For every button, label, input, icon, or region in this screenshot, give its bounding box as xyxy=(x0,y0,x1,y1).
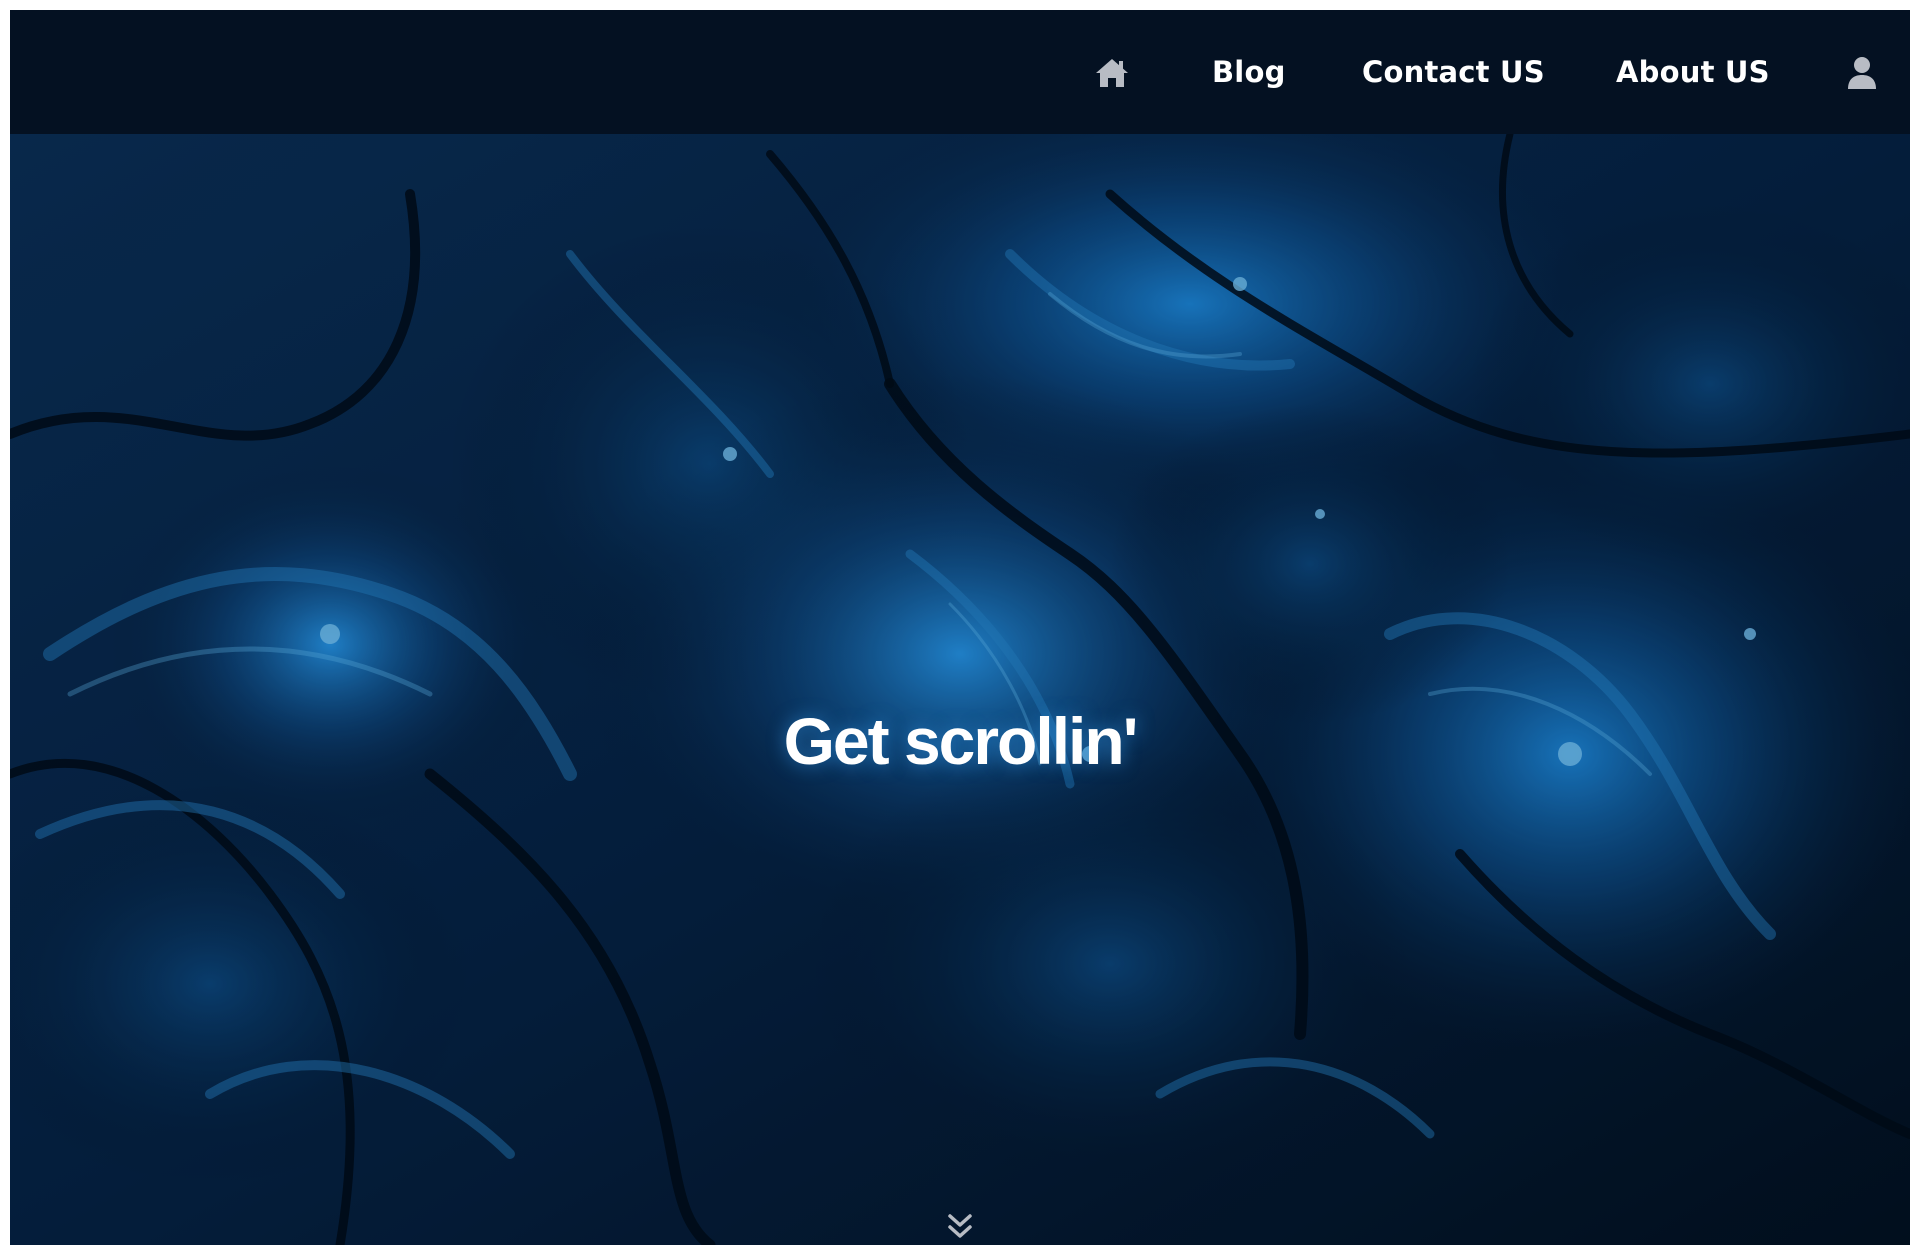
nav-link-blog[interactable]: Blog xyxy=(1212,46,1286,98)
hero-background-image xyxy=(10,134,1910,1245)
home-icon[interactable] xyxy=(1092,53,1132,93)
nav-link-about-us[interactable]: About US xyxy=(1616,46,1770,98)
user-icon[interactable] xyxy=(1842,53,1882,93)
hero-title: Get scrollin' xyxy=(783,704,1139,779)
top-navbar: Blog Contact US About US xyxy=(10,10,1910,134)
double-chevron-down-icon[interactable] xyxy=(944,1212,976,1242)
nav-link-contact-us[interactable]: Contact US xyxy=(1362,46,1545,98)
page-frame: Blog Contact US About US Get scrollin' xyxy=(10,10,1910,1245)
hero-section: Get scrollin' xyxy=(10,134,1910,1245)
